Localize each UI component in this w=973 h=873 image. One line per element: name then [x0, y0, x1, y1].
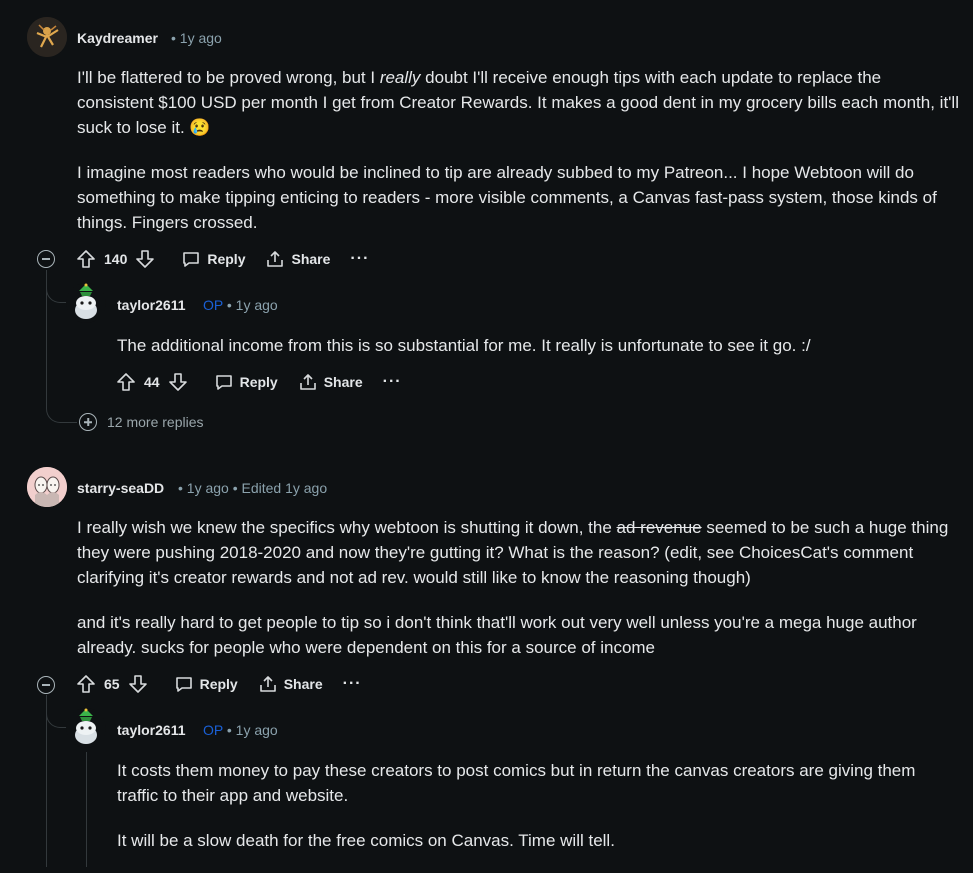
avatar[interactable]: [27, 17, 67, 57]
vote-group: 44: [116, 372, 188, 392]
reply-label: Reply: [199, 676, 238, 692]
thread-line: [86, 752, 87, 867]
comment-paragraph: It will be a slow death for the free com…: [117, 831, 615, 850]
share-label: Share: [283, 676, 323, 692]
collapse-thread-button[interactable]: [37, 250, 55, 268]
share-label: Share: [323, 374, 363, 390]
comment-paragraph: I imagine most readers who would be incl…: [77, 163, 937, 232]
upvote-icon[interactable]: [76, 249, 96, 269]
expand-icon: [79, 413, 97, 431]
reply-label: Reply: [207, 251, 246, 267]
more-options-button[interactable]: ···: [350, 250, 369, 268]
comment-icon: [215, 375, 232, 390]
op-badge: OP: [203, 722, 223, 738]
emphasis-text: really: [379, 68, 421, 87]
more-options-button[interactable]: ···: [383, 373, 402, 391]
comment-paragraph: It costs them money to pay these creator…: [117, 761, 916, 805]
comment-body: I really wish we knew the specifics why …: [77, 515, 962, 680]
share-icon: [299, 374, 316, 390]
share-icon: [267, 251, 284, 267]
reply-label: Reply: [239, 374, 278, 390]
snoo-avatar-icon: [75, 708, 97, 744]
comment-username[interactable]: Kaydreamer: [77, 30, 158, 46]
avatar[interactable]: [27, 467, 67, 507]
comment-body: The additional income from this is so su…: [117, 336, 811, 355]
share-button[interactable]: Share: [265, 249, 330, 269]
downvote-icon[interactable]: [128, 674, 148, 694]
comment-actions: 44 Reply Share ···: [116, 368, 422, 396]
comment-icon: [183, 252, 200, 267]
collapse-thread-button[interactable]: [37, 676, 55, 694]
strikethrough-text: ad revenue: [616, 518, 702, 537]
reply-button[interactable]: Reply: [174, 674, 238, 694]
downvote-icon[interactable]: [135, 249, 155, 269]
avatar-image: [27, 467, 67, 507]
share-button[interactable]: Share: [298, 372, 363, 392]
comment-meta: OP • 1y ago: [203, 297, 278, 313]
avatar[interactable]: [66, 283, 106, 323]
upvote-icon[interactable]: [116, 372, 136, 392]
comment-timestamp: • 1y ago: [226, 297, 278, 313]
thread-connector: [46, 388, 77, 423]
reply-button[interactable]: Reply: [214, 372, 278, 392]
downvote-icon[interactable]: [168, 372, 188, 392]
share-icon: [259, 676, 276, 692]
reply-button[interactable]: Reply: [181, 249, 245, 269]
avatar-image: [27, 17, 67, 57]
comment-paragraph: and it's really hard to get people to ti…: [77, 613, 917, 657]
comment-body: I'll be flattered to be proved wrong, bu…: [77, 65, 962, 255]
comment-actions: 140 Reply Share ···: [76, 245, 389, 273]
share-label: Share: [291, 251, 331, 267]
share-button[interactable]: Share: [258, 674, 323, 694]
more-replies-button[interactable]: 12 more replies: [79, 413, 204, 431]
comment-username[interactable]: starry-seaDD: [77, 480, 164, 496]
text-segment: I really wish we knew the specifics why …: [77, 518, 617, 537]
comment-paragraph: I really wish we knew the specifics why …: [77, 515, 962, 590]
vote-count: 65: [104, 676, 120, 692]
more-replies-label: 12 more replies: [107, 414, 204, 430]
comment-body: It costs them money to pay these creator…: [117, 758, 957, 873]
vote-group: 65: [76, 674, 148, 694]
comment-timestamp: • 1y ago • Edited 1y ago: [178, 480, 328, 496]
thread-connector: [46, 270, 67, 303]
text-segment: I'll be flattered to be proved wrong, bu…: [77, 68, 380, 87]
op-badge: OP: [203, 297, 223, 313]
thread-connector: [46, 695, 67, 728]
comment-username[interactable]: taylor2611: [117, 297, 186, 313]
comment-timestamp: • 1y ago: [171, 30, 222, 46]
comment-actions: 65 Reply Share ···: [76, 670, 382, 698]
avatar[interactable]: [66, 708, 106, 748]
comment-icon: [175, 677, 192, 692]
upvote-icon[interactable]: [76, 674, 96, 694]
more-options-button[interactable]: ···: [343, 675, 362, 693]
comment-meta: OP • 1y ago: [203, 722, 278, 738]
comment-username[interactable]: taylor2611: [117, 722, 186, 738]
snoo-avatar-icon: [75, 283, 97, 319]
comment-timestamp: • 1y ago: [226, 722, 278, 738]
vote-group: 140: [76, 249, 155, 269]
vote-count: 140: [104, 251, 128, 267]
comment-paragraph: I'll be flattered to be proved wrong, bu…: [77, 65, 962, 140]
vote-count: 44: [144, 374, 160, 390]
